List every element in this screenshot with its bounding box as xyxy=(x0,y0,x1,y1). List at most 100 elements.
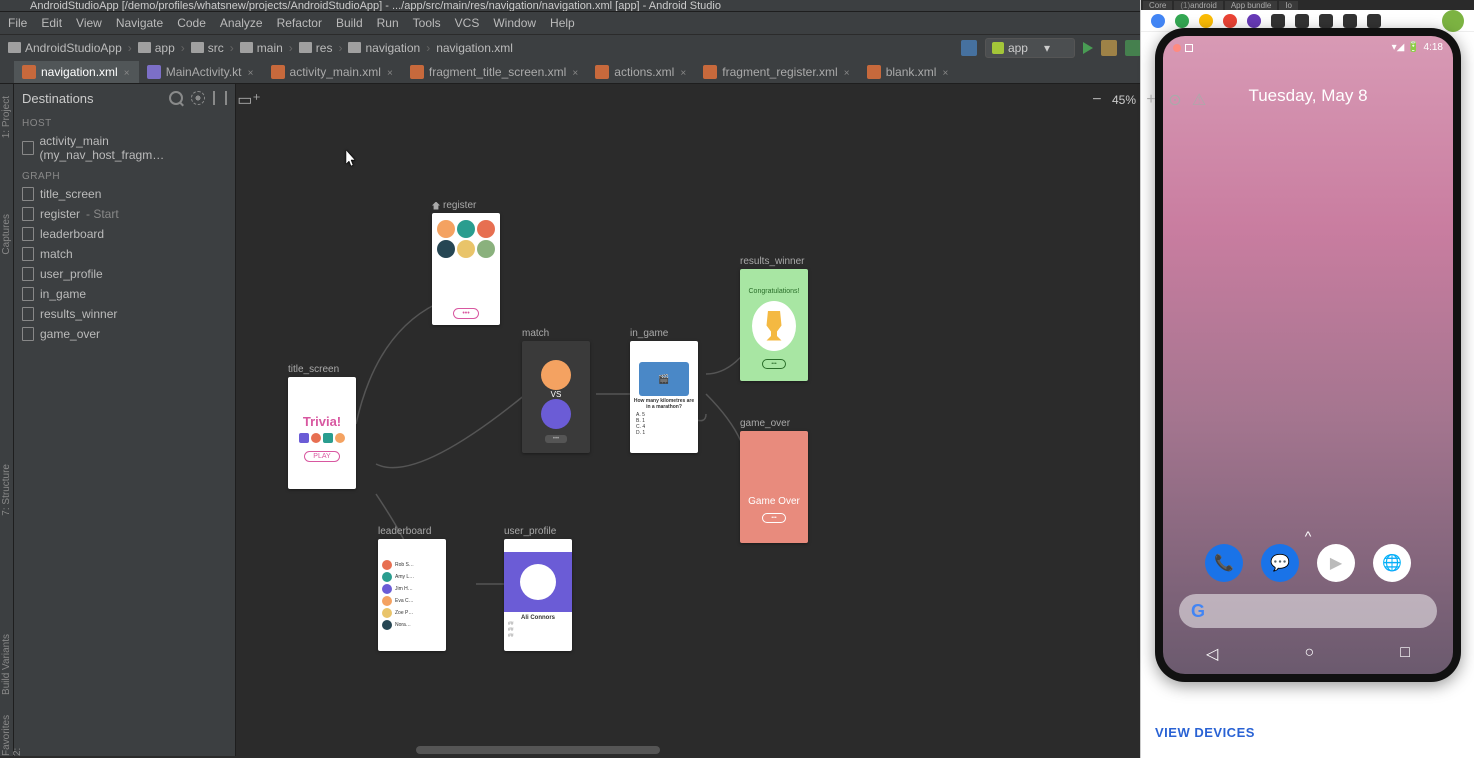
app-icon[interactable] xyxy=(1247,14,1261,28)
messages-app-icon[interactable]: 💬 xyxy=(1261,544,1299,582)
breadcrumb[interactable]: main xyxy=(240,41,283,55)
build-variants-tool[interactable]: Build Variants xyxy=(1,634,12,695)
project-tool[interactable]: 1: Project xyxy=(1,96,12,138)
debug-icon[interactable] xyxy=(1125,40,1141,56)
app-icon[interactable] xyxy=(1175,14,1189,28)
menu-edit[interactable]: Edit xyxy=(41,16,62,30)
tab-navigation[interactable]: navigation.xml× xyxy=(14,61,139,83)
close-icon[interactable]: × xyxy=(123,68,131,76)
dest-in-game[interactable]: in_game xyxy=(14,284,235,304)
dest-results-winner[interactable]: results_winner xyxy=(14,304,235,324)
tab-fragment-register[interactable]: fragment_register.xml× xyxy=(695,61,858,83)
favorites-tool[interactable]: 2: Favorites xyxy=(1,714,23,756)
apply-changes-icon[interactable] xyxy=(1101,40,1117,56)
back-button[interactable]: ◁ xyxy=(1206,644,1218,664)
tab-mainactivity[interactable]: MainActivity.kt× xyxy=(139,61,263,83)
node-in-game[interactable]: in_game 🎬 How many kilometres are in a m… xyxy=(630,328,698,453)
dest-user-profile[interactable]: user_profile xyxy=(14,264,235,284)
close-icon[interactable]: × xyxy=(247,68,255,76)
browser-tab[interactable]: (1) android xyxy=(1174,1,1222,10)
view-devices-link[interactable]: VIEW DEVICES xyxy=(1155,711,1255,754)
add-destination-icon[interactable]: ▭⁺ xyxy=(240,91,258,109)
chrome-icon[interactable]: 🌐 xyxy=(1373,544,1411,582)
menu-analyze[interactable]: Analyze xyxy=(220,16,263,30)
menu-refactor[interactable]: Refactor xyxy=(277,16,322,30)
close-icon[interactable]: × xyxy=(571,68,579,76)
close-icon[interactable]: × xyxy=(843,68,851,76)
app-icon[interactable] xyxy=(1271,14,1285,28)
node-user-profile[interactable]: user_profile Ali Connors ###### xyxy=(504,526,572,651)
structure-tool[interactable]: 7: Structure xyxy=(1,464,12,516)
menu-tools[interactable]: Tools xyxy=(413,16,441,30)
recents-button[interactable]: □ xyxy=(1400,644,1410,664)
browser-tab[interactable]: Io xyxy=(1279,1,1298,10)
app-icon[interactable] xyxy=(1151,14,1165,28)
gear-icon[interactable] xyxy=(191,91,205,105)
browser-area: Core (1) android App bundle Io ▾◢ 🔋 4:18… xyxy=(1140,0,1474,758)
app-icon[interactable] xyxy=(1319,14,1333,28)
captures-tool[interactable]: Captures xyxy=(1,214,12,255)
run-config-select[interactable]: app ▾ xyxy=(985,38,1075,58)
phone-search-bar[interactable]: G xyxy=(1179,594,1437,628)
node-match[interactable]: match VS ••• xyxy=(522,328,590,453)
menu-run[interactable]: Run xyxy=(377,16,399,30)
warnings-icon[interactable]: ⚠ xyxy=(1190,91,1208,109)
host-item[interactable]: activity_main (my_nav_host_fragm… xyxy=(14,131,235,165)
menu-navigate[interactable]: Navigate xyxy=(116,16,163,30)
menu-file[interactable]: File xyxy=(8,16,27,30)
breadcrumb[interactable]: AndroidStudioApp xyxy=(8,41,122,55)
app-icon[interactable] xyxy=(1367,14,1381,28)
menu-build[interactable]: Build xyxy=(336,16,363,30)
nav-edges xyxy=(236,84,1212,756)
breadcrumb[interactable]: app xyxy=(138,41,175,55)
dest-title-screen[interactable]: title_screen xyxy=(14,184,235,204)
menu-window[interactable]: Window xyxy=(493,16,536,30)
filter-icon[interactable] xyxy=(213,91,227,105)
app-icon[interactable] xyxy=(1223,14,1237,28)
browser-tab[interactable]: App bundle xyxy=(1225,1,1277,10)
nav-canvas[interactable]: ▭⁺ − 45% + ⊙ ⚠ register xyxy=(236,84,1212,756)
node-register[interactable]: register ••• xyxy=(432,200,500,325)
home-button[interactable]: ○ xyxy=(1304,644,1314,664)
phone-app-icon[interactable]: 📞 xyxy=(1205,544,1243,582)
destinations-panel: Destinations HOST activity_main (my_nav_… xyxy=(14,84,236,756)
tab-actions[interactable]: actions.xml× xyxy=(587,61,695,83)
app-icon[interactable] xyxy=(1343,14,1357,28)
node-results-winner[interactable]: results_winner Congratulations! ••• xyxy=(740,256,808,381)
phone-screen[interactable]: ▾◢ 🔋 4:18 Tuesday, May 8 ^ 📞 💬 ▶ 🌐 G ◁ ○… xyxy=(1163,36,1453,674)
app-icon[interactable] xyxy=(1295,14,1309,28)
avatar-icon[interactable] xyxy=(1442,10,1464,32)
dest-register[interactable]: register - Start xyxy=(14,204,235,224)
dest-game-over[interactable]: game_over xyxy=(14,324,235,344)
menu-code[interactable]: Code xyxy=(177,16,206,30)
breadcrumb[interactable]: navigation.xml xyxy=(436,41,513,55)
breadcrumb[interactable]: src xyxy=(191,41,224,55)
close-icon[interactable]: × xyxy=(941,68,949,76)
menu-help[interactable]: Help xyxy=(550,16,575,30)
breadcrumb[interactable]: res xyxy=(299,41,333,55)
browser-tab[interactable]: Core xyxy=(1143,1,1172,10)
app-icon[interactable] xyxy=(1199,14,1213,28)
close-icon[interactable]: × xyxy=(386,68,394,76)
close-icon[interactable]: × xyxy=(679,68,687,76)
zoom-out-icon[interactable]: − xyxy=(1088,91,1106,109)
dest-match[interactable]: match xyxy=(14,244,235,264)
search-icon[interactable] xyxy=(169,91,183,105)
node-title-screen[interactable]: title_screen Trivia! PLAY xyxy=(288,364,356,489)
node-leaderboard[interactable]: leaderboard Rob S… Amy L… Jim H… Eva C… … xyxy=(378,526,446,651)
play-store-icon[interactable]: ▶ xyxy=(1317,544,1355,582)
dest-leaderboard[interactable]: leaderboard xyxy=(14,224,235,244)
breadcrumb[interactable]: navigation xyxy=(348,41,420,55)
app-drawer-handle[interactable]: ^ xyxy=(1163,528,1453,544)
run-button[interactable] xyxy=(1083,42,1093,54)
sync-icon[interactable] xyxy=(961,40,977,56)
horizontal-scrollbar[interactable] xyxy=(416,746,660,754)
tab-fragment-title[interactable]: fragment_title_screen.xml× xyxy=(402,61,587,83)
node-game-over[interactable]: game_over Game Over ••• xyxy=(740,418,808,543)
menu-view[interactable]: View xyxy=(76,16,102,30)
menu-vcs[interactable]: VCS xyxy=(455,16,480,30)
zoom-fit-icon[interactable]: ⊙ xyxy=(1166,91,1184,109)
zoom-in-icon[interactable]: + xyxy=(1142,91,1160,109)
tab-activity-main[interactable]: activity_main.xml× xyxy=(263,61,402,83)
tab-blank[interactable]: blank.xml× xyxy=(859,61,958,83)
